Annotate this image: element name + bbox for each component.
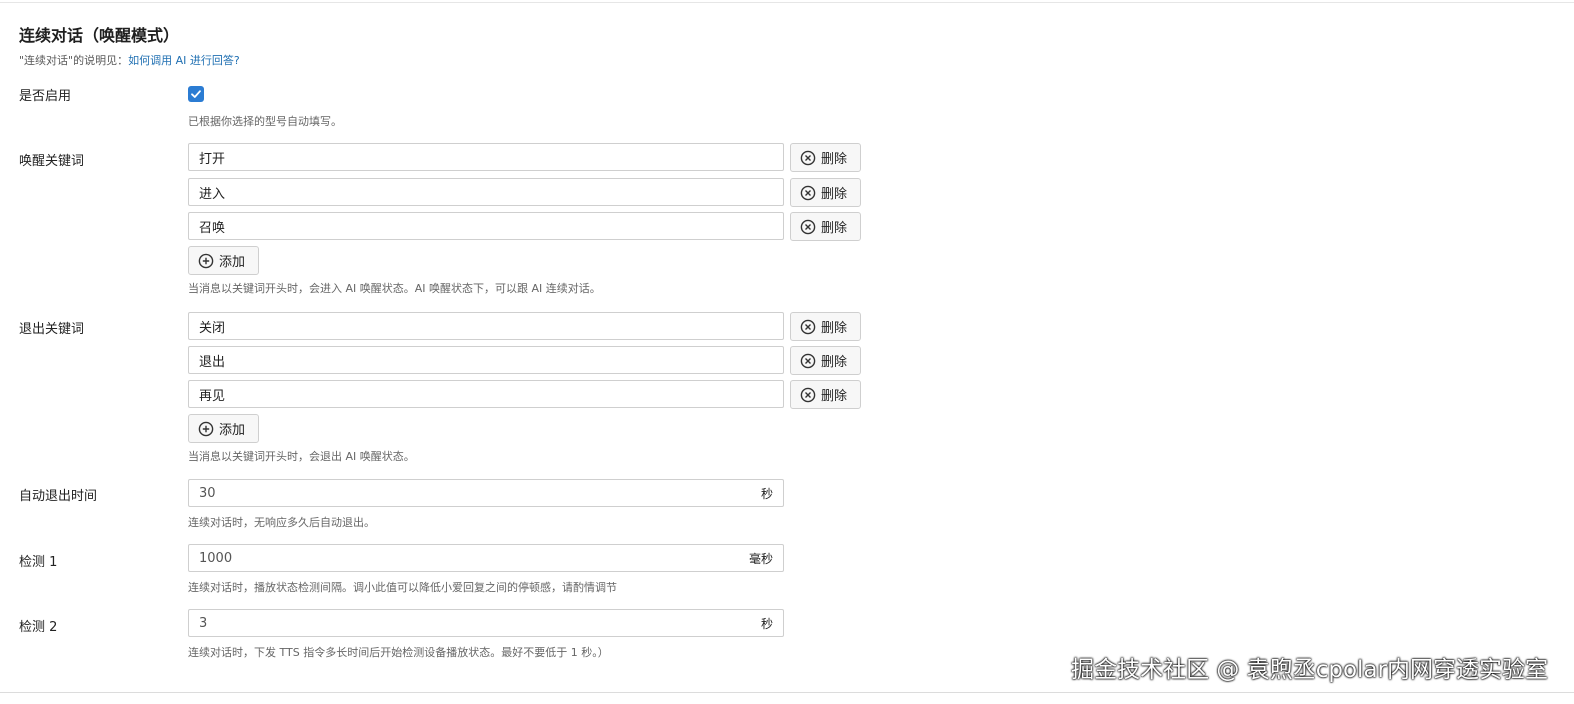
exit-keyword-input[interactable]: 关闭 xyxy=(188,312,784,340)
auto-exit-help: 连续对话时，无响应多久后自动退出。 xyxy=(188,516,375,529)
enable-checkbox[interactable] xyxy=(188,86,204,102)
remove-circle-icon xyxy=(800,219,816,234)
delete-button[interactable]: 删除 xyxy=(790,312,861,341)
section-description: "连续对话"的说明见：如何调用 AI 进行回答? xyxy=(19,52,240,68)
check1-input[interactable]: 1000 毫秒 xyxy=(188,544,784,572)
check2-help: 连续对话时，下发 TTS 指令多长时间后开始检测设备播放状态。最好不要低于 1 … xyxy=(188,646,609,659)
enable-label: 是否启用 xyxy=(19,89,72,104)
wake-keyword-input[interactable]: 召唤 xyxy=(188,212,784,240)
section-title: 连续对话（唤醒模式） xyxy=(19,26,180,45)
watermark: 掘金技术社区 @ 袁煦丞cpolar内网穿透实验室 xyxy=(1071,657,1548,683)
add-circle-icon xyxy=(198,253,214,268)
delete-button[interactable]: 删除 xyxy=(790,380,861,409)
description-text: "连续对话"的说明见： xyxy=(19,54,129,67)
check2-label: 检测 2 xyxy=(19,620,58,635)
add-exit-keyword-button[interactable]: 添加 xyxy=(188,414,259,443)
remove-circle-icon xyxy=(800,353,816,368)
auto-exit-label: 自动退出时间 xyxy=(19,489,98,504)
delete-button[interactable]: 删除 xyxy=(790,178,861,207)
wake-keyword-input[interactable]: 进入 xyxy=(188,178,784,206)
checkmark-icon xyxy=(191,90,201,98)
check1-help: 连续对话时，播放状态检测间隔。调小此值可以降低小爱回复之间的停顿感，请酌情调节 xyxy=(188,581,617,594)
exit-keywords-label: 退出关键词 xyxy=(19,322,85,337)
wake-keywords-label: 唤醒关键词 xyxy=(19,154,85,169)
help-link[interactable]: 如何调用 AI 进行回答? xyxy=(128,54,240,67)
unit-label: 毫秒 xyxy=(748,551,773,566)
bottom-divider xyxy=(0,692,1574,693)
remove-circle-icon xyxy=(800,185,816,200)
remove-circle-icon xyxy=(800,387,816,402)
wake-keyword-input[interactable]: 打开 xyxy=(188,143,784,171)
check1-label: 检测 1 xyxy=(19,555,58,570)
remove-circle-icon xyxy=(800,150,816,165)
exit-keyword-input[interactable]: 再见 xyxy=(188,380,784,408)
add-wake-keyword-button[interactable]: 添加 xyxy=(188,246,259,275)
top-divider xyxy=(0,2,1574,3)
check2-input[interactable]: 3 秒 xyxy=(188,609,784,637)
enable-help: 已根据你选择的型号自动填写。 xyxy=(188,115,342,128)
remove-circle-icon xyxy=(800,319,816,334)
delete-button[interactable]: 删除 xyxy=(790,212,861,241)
wake-keywords-help: 当消息以关键词开头时，会进入 AI 唤醒状态。AI 唤醒状态下，可以跟 AI 连… xyxy=(188,282,601,295)
delete-button[interactable]: 删除 xyxy=(790,143,861,172)
exit-keywords-help: 当消息以关键词开头时，会退出 AI 唤醒状态。 xyxy=(188,450,415,463)
unit-label: 秒 xyxy=(760,616,773,631)
unit-label: 秒 xyxy=(760,486,773,501)
auto-exit-input[interactable]: 30 秒 xyxy=(188,479,784,507)
exit-keyword-input[interactable]: 退出 xyxy=(188,346,784,374)
delete-button[interactable]: 删除 xyxy=(790,346,861,375)
add-circle-icon xyxy=(198,421,214,436)
